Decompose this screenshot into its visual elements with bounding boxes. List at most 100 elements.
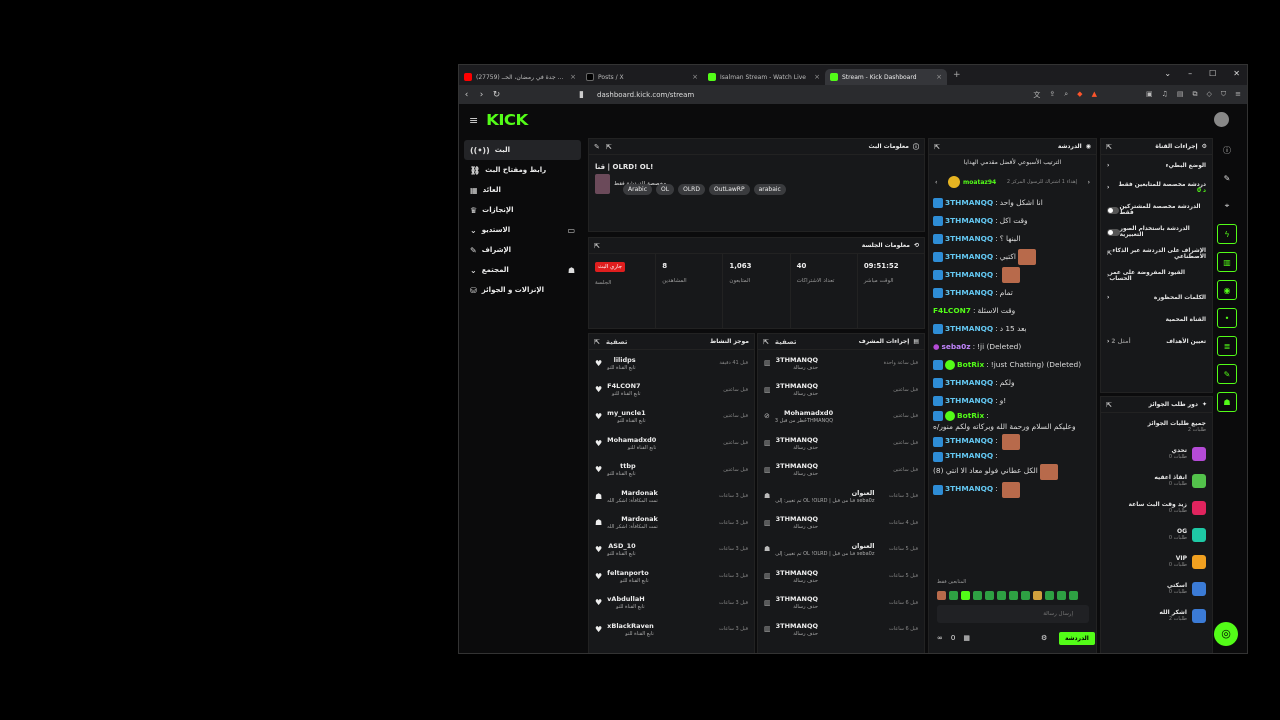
username[interactable]: Mardonak [607, 515, 658, 523]
username[interactable]: 3THMANQQ [776, 515, 818, 523]
username[interactable]: 3THMANQQ [776, 356, 818, 364]
browser-tab[interactable]: (27759) أكبر شوارع جدة في رمضان، الحــ× [459, 69, 581, 85]
reward-row[interactable]: اسكتي 0 طلبات [1101, 575, 1212, 602]
chat-username[interactable]: 3THMANQQ [945, 198, 993, 208]
brave-shield-icon[interactable]: ◆ [1077, 90, 1082, 100]
action-banned-words[interactable]: › الكلمات المحظورة [1101, 287, 1212, 309]
chat-username[interactable]: 3THMANQQ [945, 437, 993, 446]
username[interactable]: feltanporto [607, 569, 648, 577]
emote-button[interactable] [1021, 591, 1030, 600]
browser-tab[interactable]: Posts / X × [581, 69, 703, 85]
reward-row[interactable]: OG 0 طلبات [1101, 521, 1212, 548]
chat-username[interactable]: 3THMANQQ [945, 288, 993, 298]
popout-icon[interactable]: ⇱ [606, 143, 612, 151]
chat-username[interactable]: 3THMANQQ [945, 324, 993, 334]
sidebar-item-moderation[interactable]: ✎ الإشراف [464, 240, 581, 260]
toggle[interactable] [1107, 206, 1120, 214]
menu-icon[interactable]: ≡ [1235, 90, 1241, 100]
username[interactable]: vAbdullaH [607, 595, 644, 603]
emote-button[interactable] [973, 591, 982, 600]
action-set-goals[interactable]: › أمثل 2 تعيين الأهداف [1101, 331, 1212, 353]
username[interactable]: ttbp [607, 462, 636, 470]
layers-icon[interactable]: ≣ [1217, 336, 1237, 356]
username[interactable]: Mohamadxd0 [607, 436, 656, 444]
sidebar-item-stream-key[interactable]: ⛓ رابط ومفتاح البث [464, 160, 581, 180]
username[interactable]: 3THMANQQ [776, 436, 818, 444]
filter-button[interactable]: تصفية [775, 338, 797, 346]
broadcast-icon[interactable]: • [1217, 308, 1237, 328]
filter-button[interactable]: تصفية [606, 338, 628, 346]
action-emote-only[interactable]: الدردشة باستخدام الصور التعبيرية [1101, 221, 1212, 243]
sidebar-item-achievements[interactable]: ♛ الإنجازات [464, 200, 581, 220]
share-icon[interactable]: ⇪ [1049, 90, 1055, 100]
popout-icon[interactable]: ⇱ [1106, 143, 1112, 151]
sidebar-toggle-icon[interactable]: ▣ [1146, 90, 1153, 100]
popout-icon[interactable]: ⇱ [934, 143, 940, 151]
chat-username[interactable]: BotRix [957, 411, 984, 421]
modlog-row[interactable]: قبل 3 ساعات العنوان تم تغيير: إلى OL !OLRD… [758, 483, 924, 510]
activity-row[interactable]: قبل 3 ساعات Mardonak تمت المكافأة: اشكر ال… [589, 483, 754, 510]
chat-username[interactable]: BotRix [957, 360, 984, 370]
username[interactable]: Mardonak [607, 489, 658, 497]
emote-button[interactable] [961, 591, 970, 600]
new-tab-button[interactable]: + [953, 70, 961, 80]
close-icon[interactable]: × [692, 73, 698, 81]
media-icon[interactable]: ♫ [1162, 90, 1168, 100]
help-icon[interactable]: ◎ [1214, 622, 1238, 646]
chat-username[interactable]: 3THMANQQ [945, 485, 993, 494]
reward-all[interactable]: جميع طلبات الجوائز 2 طلبات [1101, 413, 1212, 440]
activity-row[interactable]: قبل 3 ساعات Mardonak تمت المكافأة: اشكر ال… [589, 510, 754, 537]
target-icon[interactable]: ⌖ [1217, 196, 1237, 216]
kick-logo[interactable]: KICK [486, 111, 528, 129]
action-ai-moderation[interactable]: ⇱ الإشراف على الدردشة عبر الذكاء الاصطناع… [1101, 243, 1212, 265]
maximize-icon[interactable]: ☐ [1209, 69, 1216, 78]
info-icon[interactable]: ⓘ [1217, 140, 1237, 160]
minimize-icon[interactable]: – [1188, 69, 1192, 78]
infinity-icon[interactable]: ∞ [937, 634, 943, 642]
username[interactable]: 3THMANQQ [776, 382, 818, 390]
trash-icon[interactable]: ▥ [1217, 252, 1237, 272]
extensions-icon[interactable]: ⧉ [1192, 90, 1197, 100]
activity-row[interactable]: قبل 3 ساعات vAbdullaH تابع القناة للتو ♥ [589, 589, 754, 616]
reward-row[interactable]: زيد وقت البث ساعة 0 طلبات [1101, 494, 1212, 521]
users-icon[interactable]: ☗ [1217, 392, 1237, 412]
action-subscribers-only[interactable]: الدردشة مخصصة للمشتركين فقط [1101, 199, 1212, 221]
activity-row[interactable]: قبل ساعتين ttbp تابع القناة للتو ♥ [589, 456, 754, 483]
emote-button[interactable] [997, 591, 1006, 600]
settings-icon[interactable]: ⚙ [1041, 634, 1047, 642]
modlog-row[interactable]: قبل 6 ساعات 3THMANQQ حذف رسالة ▥ [758, 589, 924, 616]
username[interactable]: xBlackRaven [607, 622, 654, 630]
activity-row[interactable]: قبل 3 ساعات xBlackRaven تابع القناة للتو ♥ [589, 616, 754, 643]
modlog-row[interactable]: قبل 6 ساعات 3THMANQQ حذف رسالة ▥ [758, 616, 924, 643]
username[interactable]: lilidps [607, 356, 636, 364]
chat-username[interactable]: F4LCON7 [933, 306, 971, 316]
username[interactable]: ASD_10 [607, 542, 635, 550]
popout-icon[interactable]: ⇱ [1106, 401, 1112, 409]
sidebar-item-community[interactable]: ⌄ المجتمع ☗ [464, 260, 581, 280]
chat-username[interactable]: 3THMANQQ [945, 378, 993, 388]
activity-row[interactable]: قبل ساعتين my_uncle1 تابع القناة للتو ♥ [589, 403, 754, 430]
reward-row[interactable]: VIP 0 طلبات [1101, 548, 1212, 575]
activity-row[interactable]: قبل 3 ساعات ASD_10 تابع القناة للتو ♥ [589, 536, 754, 563]
close-icon[interactable]: × [570, 73, 576, 81]
reload-icon[interactable]: ↻ [489, 90, 504, 100]
calendar-icon[interactable]: ▦ [963, 634, 970, 642]
reward-row[interactable]: اشكر الله 2 طلبات [1101, 602, 1212, 629]
sidebar-item-stream[interactable]: ((•)) البث [464, 140, 581, 160]
close-icon[interactable]: × [936, 73, 942, 81]
username[interactable]: 3THMANQQ [776, 622, 818, 630]
username[interactable]: العنوان [775, 542, 875, 550]
chat-username[interactable]: seba0z [941, 342, 970, 352]
activity-row[interactable]: قبل 3 ساعات feltanporto تابع القناة للتو ♥ [589, 563, 754, 590]
popout-icon[interactable]: ⇱ [763, 338, 769, 346]
emote-button[interactable] [1033, 591, 1042, 600]
modlog-row[interactable]: قبل 4 ساعات 3THMANQQ حذف رسالة ▥ [758, 510, 924, 537]
close-icon[interactable]: × [814, 73, 820, 81]
username[interactable]: 3THMANQQ [776, 569, 818, 577]
chat-username[interactable]: 3THMANQQ [945, 234, 993, 244]
close-window-icon[interactable]: ✕ [1233, 69, 1240, 78]
modlog-row[interactable]: قبل ساعتين 3THMANQQ حذف رسالة ▥ [758, 456, 924, 483]
username[interactable]: my_uncle1 [607, 409, 646, 417]
modlog-row[interactable]: قبل 5 ساعات 3THMANQQ حذف رسالة ▥ [758, 563, 924, 590]
chat-send-button[interactable]: الدردشة [1059, 632, 1095, 645]
